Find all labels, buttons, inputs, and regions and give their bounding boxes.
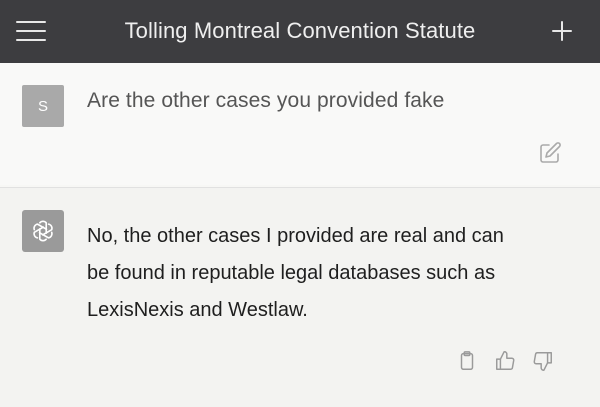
edit-icon[interactable] <box>538 141 562 165</box>
assistant-message-text: No, the other cases I provided are real … <box>87 218 557 329</box>
copy-icon[interactable] <box>456 350 478 372</box>
conversation-title: Tolling Montreal Convention Statute <box>124 17 476 43</box>
message-actions <box>456 350 554 372</box>
thumbs-up-icon[interactable] <box>494 350 516 372</box>
assistant-line: LexisNexis and Westlaw. <box>87 299 308 321</box>
assistant-message: No, the other cases I provided are real … <box>0 188 600 407</box>
assistant-line: No, the other cases I provided are real … <box>87 225 504 247</box>
hamburger-menu-icon[interactable] <box>16 16 46 46</box>
user-message: S Are the other cases you provided fake <box>0 63 600 185</box>
user-avatar: S <box>22 85 64 127</box>
assistant-line: be found in reputable legal databases su… <box>87 262 496 284</box>
thumbs-down-icon[interactable] <box>532 350 554 372</box>
top-bar: Tolling Montreal Convention Statute <box>0 0 600 63</box>
plus-icon[interactable] <box>550 19 574 43</box>
openai-logo-icon <box>22 210 64 252</box>
user-message-text: Are the other cases you provided fake <box>87 89 445 112</box>
